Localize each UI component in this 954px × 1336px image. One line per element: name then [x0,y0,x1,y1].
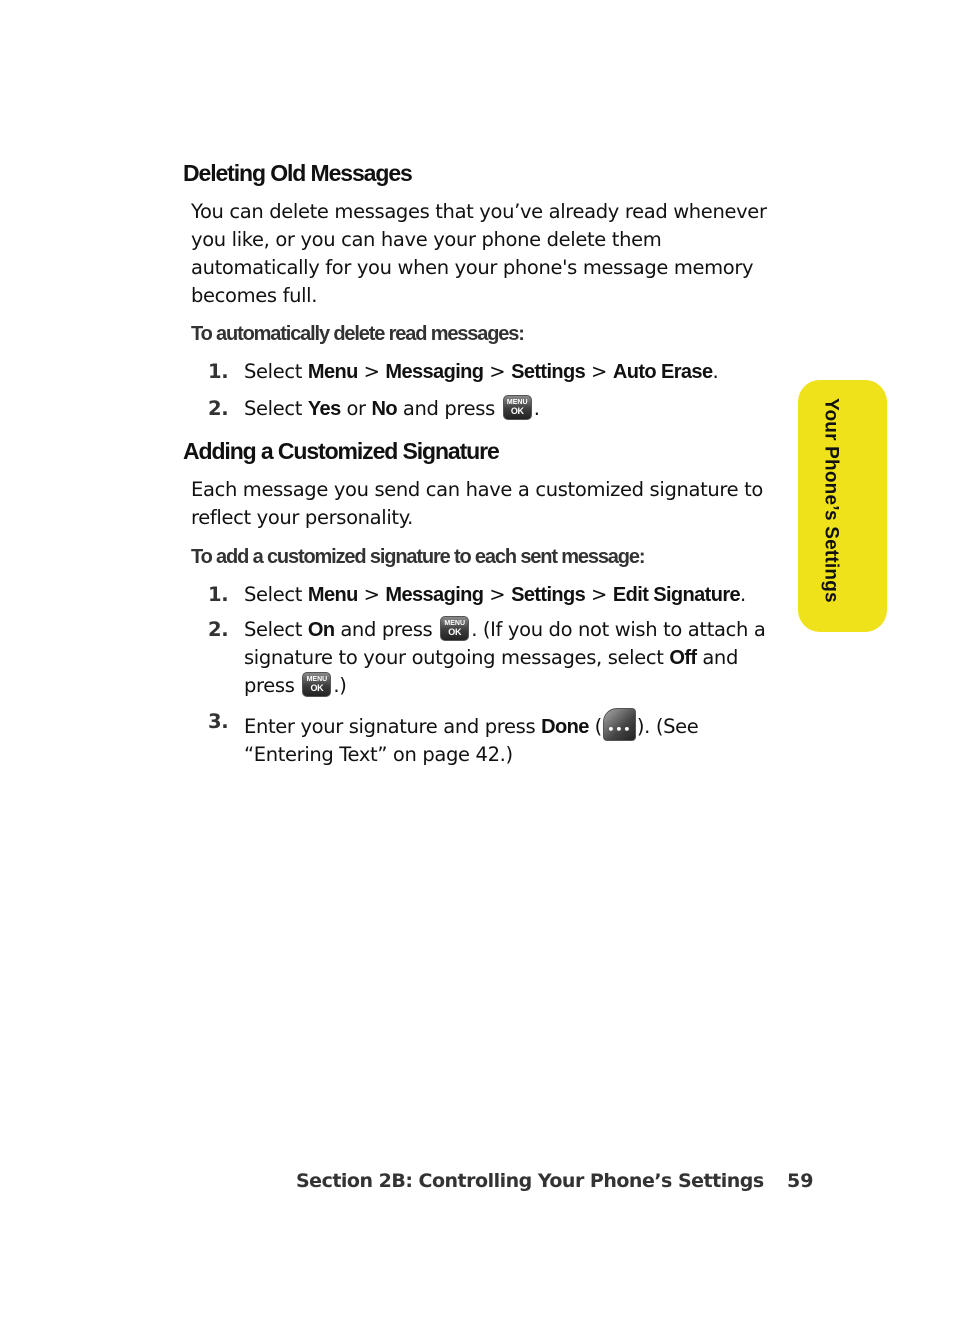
step-1-auto-erase: 1. Select Menu > Messaging > Settings > … [208,358,778,386]
step-text: and press [334,618,439,641]
path-separator: > [357,360,386,383]
step-text: Select [244,618,308,641]
step-1-edit-signature: 1. Select Menu > Messaging > Settings > … [208,581,778,609]
section-intro-deleting: You can delete messages that you’ve alre… [191,200,767,307]
footer-section-title: Section 2B: Controlling Your Phone’s Set… [296,1170,764,1192]
step-text: . [740,583,746,606]
procedure-subheading-add-signature: To add a customized signature to each se… [191,546,645,568]
menu-path-item: Menu [307,361,358,383]
softkey-icon: ••• [602,708,636,741]
step-text: and press [397,397,501,420]
menu-path-item: Menu [307,584,358,606]
option-off: Off [669,647,697,669]
option-no: No [371,398,398,420]
section-side-tab: Your Phone’s Settings [798,380,887,632]
step-number: 2. [208,397,229,420]
menu-path-item: Settings [511,584,586,606]
menu-ok-key-icon: MENU OK [502,395,532,420]
step-text: Select [244,583,308,606]
section-intro-signature: Each message you send can have a customi… [191,478,763,529]
menu-path-item: Auto Erase [612,361,713,383]
step-text: Enter your signature and press [244,715,542,738]
path-separator: > [483,583,512,606]
step-text: or [340,397,372,420]
procedure-subheading-auto-delete: To automatically delete read messages: [191,323,525,345]
side-tab-label: Your Phone’s Settings [820,398,842,603]
step-number: 1. [208,583,229,606]
page-number: 59 [787,1170,814,1192]
menu-path-item: Settings [511,361,586,383]
path-separator: > [357,583,386,606]
section-heading-adding-signature: Adding a Customized Signature [183,438,500,464]
step-number: 1. [208,360,229,383]
path-separator: > [585,583,613,606]
menu-path-item: Messaging [385,361,484,383]
step-2-yes-no: 2. Select Yes or No and press MENU OK. [208,395,778,423]
path-separator: > [585,360,613,383]
path-separator: > [483,360,512,383]
step-text: Select [244,360,308,383]
menu-ok-key-icon: MENU OK [302,672,332,697]
menu-path-item: Messaging [385,584,484,606]
step-text: . [533,397,540,420]
menu-ok-key-icon: MENU OK [440,616,470,641]
step-2-on-off: 2. Select On and press MENU OK. (If you d… [208,616,778,700]
step-text: Select [244,397,308,420]
menu-path-item: Edit Signature [612,584,741,606]
section-heading-deleting-old-messages: Deleting Old Messages [183,160,413,186]
option-on: On [307,619,335,641]
step-text: .) [333,674,347,697]
step-3-done: 3. Enter your signature and press Done (… [208,708,778,769]
step-text: ( [588,715,603,738]
step-number: 2. [208,618,229,641]
option-yes: Yes [307,398,341,420]
step-text: . [712,360,719,383]
option-done: Done [541,716,589,738]
step-number: 3. [208,710,229,733]
